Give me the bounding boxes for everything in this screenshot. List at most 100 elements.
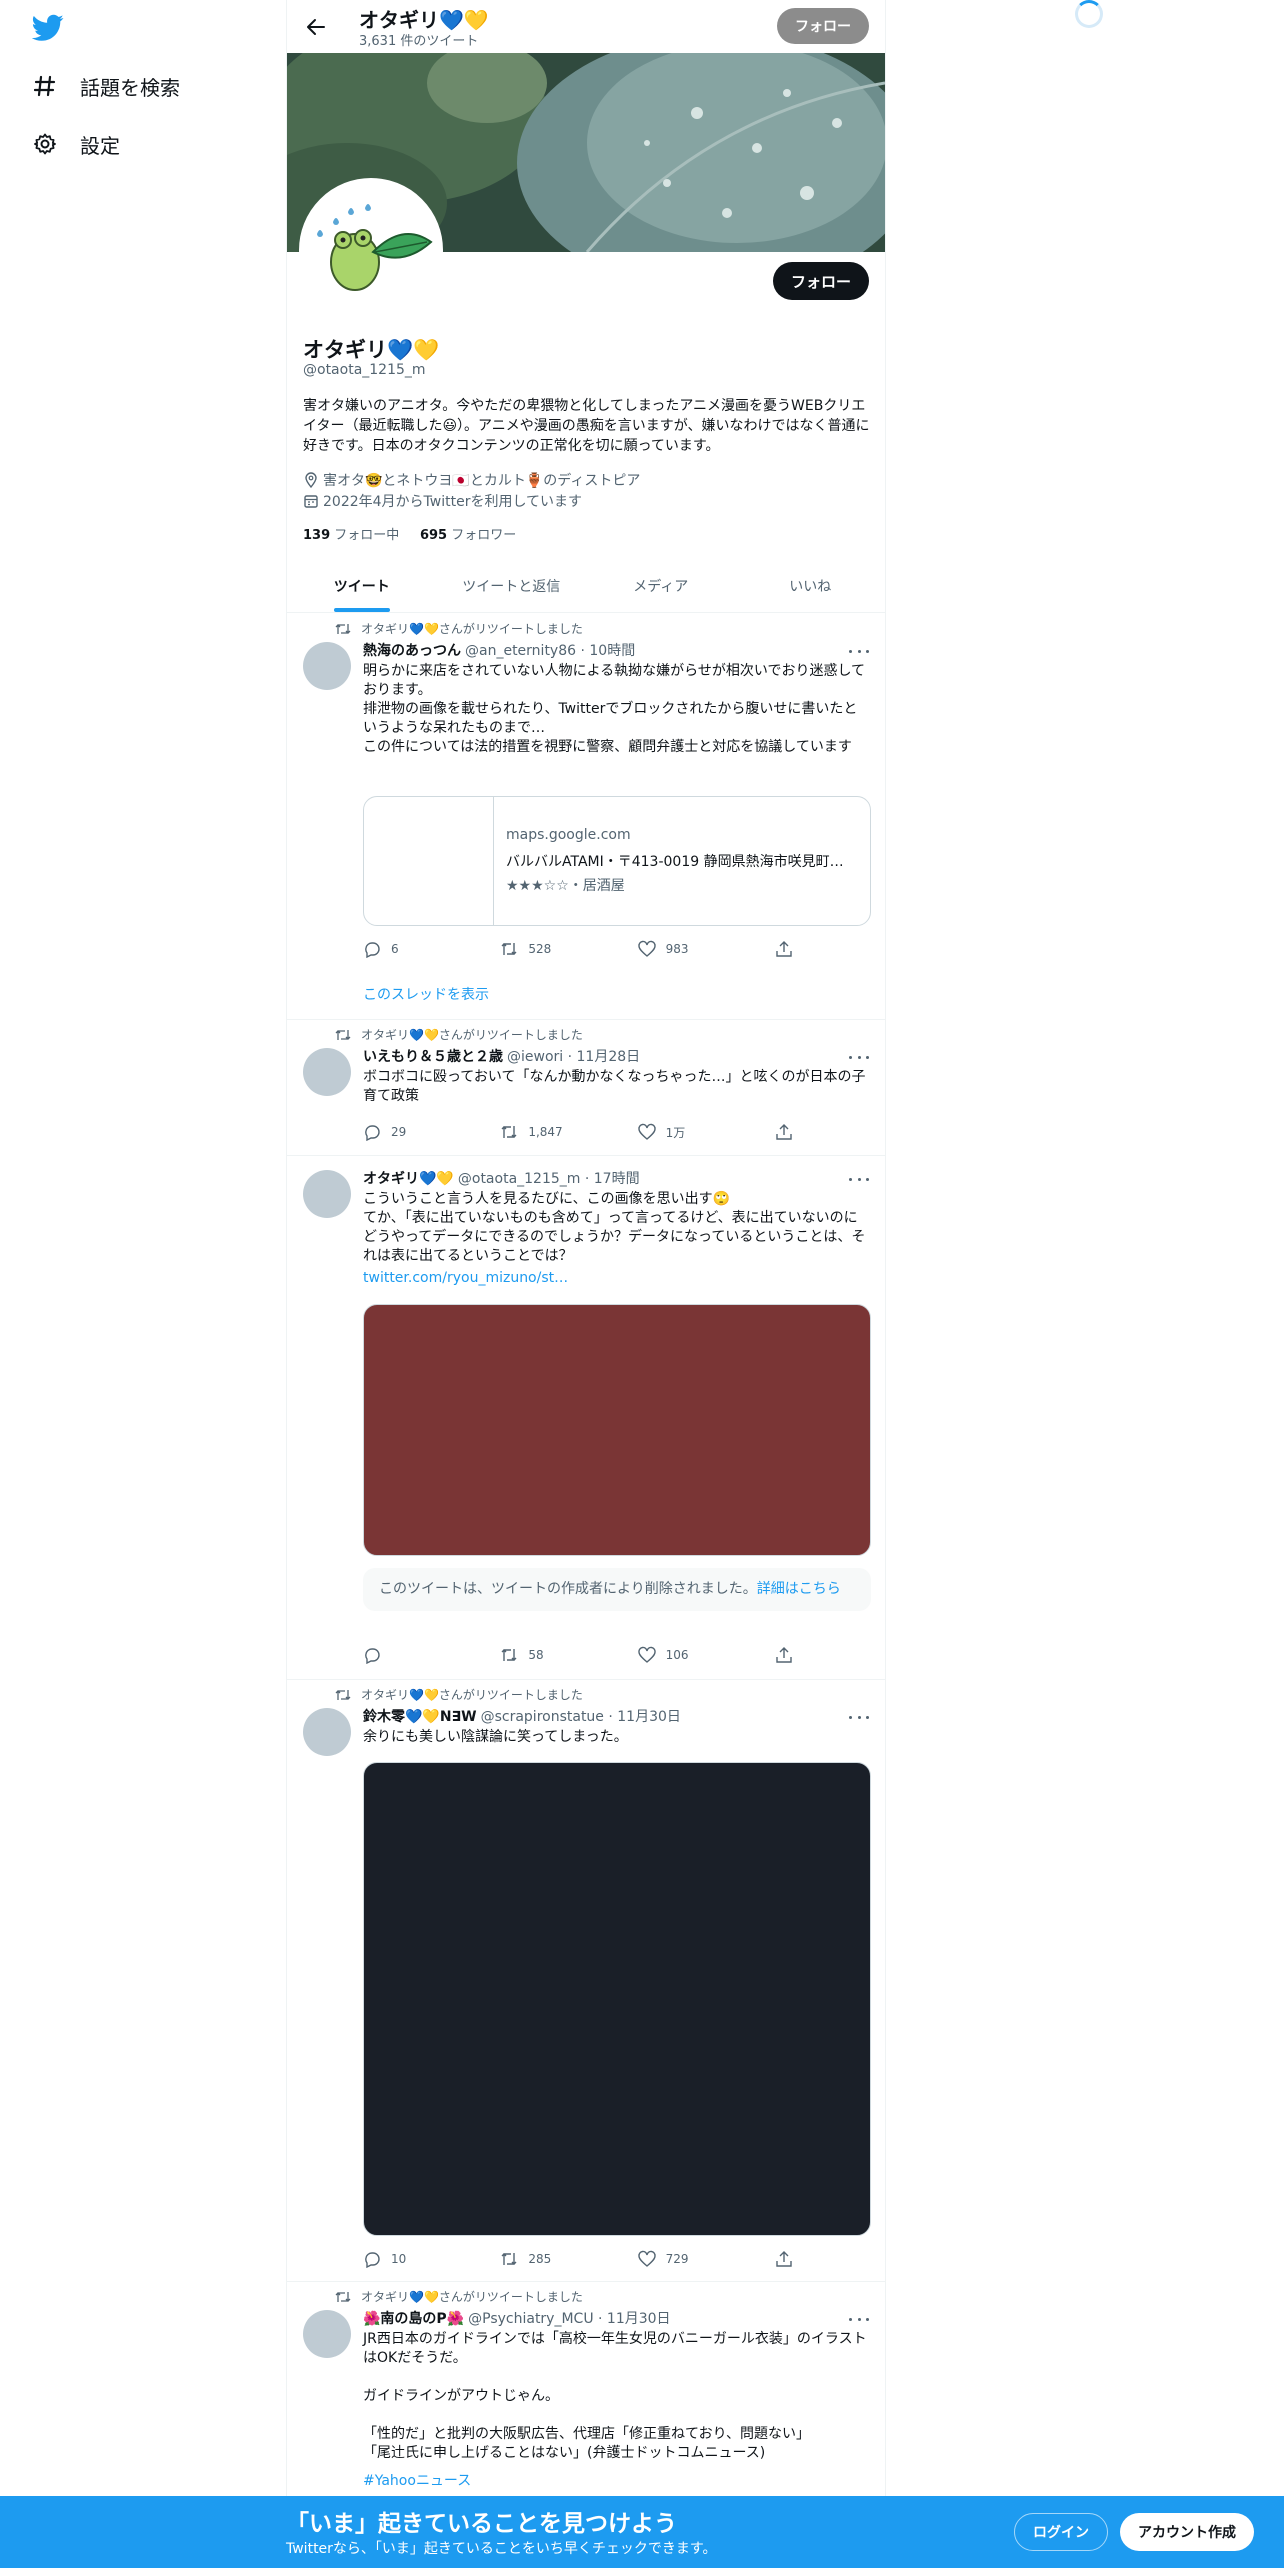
- main-column: オタギリ💙💛 3,631 件のツイート フォロー フォロー オタギリ💙💛 @ot…: [286, 0, 886, 2568]
- profile-header-bar: オタギリ💙💛 3,631 件のツイート フォロー: [287, 0, 885, 53]
- avatar[interactable]: [303, 1708, 351, 1756]
- retweet-label: オタギリ💙💛さんがリツイートしました: [361, 2290, 583, 2304]
- more-icon[interactable]: [849, 1712, 869, 1722]
- tweet[interactable]: オタギリ💙💛さんがリツイートしました 鈴木零💙💛N∃W @scrapironst…: [287, 1680, 885, 2282]
- like-icon: [637, 940, 656, 958]
- tweet[interactable]: オタギリ💙💛さんがリツイートしました いえもり＆５歳と２歳 @iewori · …: [287, 1020, 885, 1156]
- tweet-header: 鈴木零💙💛N∃W @scrapironstatue · 11月30日: [363, 1706, 681, 1726]
- tab-likes[interactable]: いいね: [736, 560, 886, 612]
- hashtag-link[interactable]: #Yahooニュース: [363, 2470, 471, 2490]
- retweet-label: オタギリ💙💛さんがリツイートしました: [361, 1688, 583, 1702]
- author-name[interactable]: いえもり＆５歳と２歳: [363, 1046, 503, 1066]
- more-icon[interactable]: [849, 646, 869, 656]
- share-button[interactable]: [775, 1646, 793, 1664]
- followers-link[interactable]: 695 フォロワー: [420, 528, 516, 543]
- reply-button[interactable]: [363, 1646, 463, 1664]
- reply-icon: [363, 940, 381, 958]
- author-name[interactable]: 🌺南の島のP🌺: [363, 2308, 464, 2328]
- author-handle-time[interactable]: @Psychiatry_MCU · 11月30日: [468, 2308, 670, 2328]
- like-button[interactable]: 983: [637, 940, 738, 958]
- like-count: 1万: [665, 1125, 686, 1140]
- retweet-button[interactable]: 58: [500, 1646, 600, 1664]
- like-icon: [637, 1123, 656, 1141]
- author-handle-time[interactable]: @scrapironstatue · 11月30日: [481, 1706, 681, 1726]
- reply-button[interactable]: 29: [363, 1123, 463, 1141]
- tab-tweets-replies[interactable]: ツイートと返信: [437, 560, 587, 612]
- reply-button[interactable]: 6: [363, 940, 463, 958]
- signup-prompt-bar: 「いま」起きていることを見つけよう Twitterなら、「いま」起きていることを…: [0, 2496, 1284, 2568]
- retweet-indicator: オタギリ💙💛さんがリツイートしました: [335, 620, 583, 637]
- more-icon[interactable]: [849, 1174, 869, 1184]
- loading-spinner: [1075, 0, 1103, 28]
- like-button[interactable]: 1万: [637, 1123, 738, 1141]
- reply-button[interactable]: 10: [363, 2250, 463, 2268]
- tweet-text: こういうこと言う人を見るたびに、この画像を思い出す🙄 てか、「表に出ていないもの…: [363, 1191, 866, 1264]
- retweet-icon: [500, 1123, 518, 1141]
- tweet-link[interactable]: twitter.com/ryou_mizuno/st…: [363, 1270, 568, 1286]
- tweet-image[interactable]: [363, 1304, 871, 1556]
- more-icon[interactable]: [849, 2314, 869, 2324]
- header-name: オタギリ💙💛: [359, 8, 489, 32]
- reply-icon: [363, 2250, 381, 2268]
- signup-prompt-title: 「いま」起きていることを見つけよう: [286, 2511, 677, 2537]
- tweet-text: JR西日本のガイドラインでは「高校一年生女児のバニーガール衣装」のイラストはOK…: [363, 2331, 867, 2461]
- show-thread-link[interactable]: このスレッドを表示: [363, 984, 489, 1004]
- link-card[interactable]: maps.google.com バルバルATAMI・〒413-0019 静岡県熱…: [363, 796, 871, 926]
- nav-explore[interactable]: 話題を検索: [32, 66, 180, 106]
- following-link[interactable]: 139 フォロー中: [303, 528, 399, 543]
- reply-count: 10: [391, 2252, 407, 2266]
- follow-stats: 139 フォロー中 695 フォロワー: [303, 524, 516, 543]
- back-arrow-icon[interactable]: [299, 10, 333, 44]
- like-count: 983: [665, 942, 689, 956]
- author-handle-time[interactable]: @iewori · 11月28日: [507, 1046, 640, 1066]
- deleted-learn-more-link[interactable]: 詳細はこちら: [757, 1581, 841, 1597]
- profile-avatar[interactable]: [299, 178, 443, 322]
- signup-button[interactable]: アカウント作成: [1120, 2513, 1254, 2551]
- author-name[interactable]: 熱海のあっつん: [363, 640, 461, 660]
- author-name[interactable]: オタギリ💙💛: [363, 1168, 454, 1188]
- profile-tabs: ツイート ツイートと返信 メディア いいね: [287, 560, 885, 613]
- share-icon: [775, 1646, 793, 1664]
- share-button[interactable]: [775, 1123, 793, 1141]
- tab-tweets[interactable]: ツイート: [287, 560, 437, 612]
- nav-settings[interactable]: 設定: [32, 124, 120, 164]
- tweet[interactable]: オタギリ💙💛さんがリツイートしました 熱海のあっつん @an_eternity8…: [287, 614, 885, 1020]
- tweet-text: 余りにも美しい陰謀論に笑ってしまった。: [363, 1729, 628, 1745]
- more-icon[interactable]: [849, 1052, 869, 1062]
- header-follow-button[interactable]: フォロー: [777, 8, 869, 44]
- author-name[interactable]: 鈴木零💙💛N∃W: [363, 1706, 477, 1726]
- share-button[interactable]: [775, 940, 793, 958]
- calendar-icon: [303, 493, 319, 509]
- profile-bio: 害オタ嫌いのアニオタ。今やただの卑猥物と化してしまったアニメ漫画を憂うWEBクリ…: [303, 398, 870, 454]
- author-handle-time[interactable]: @otaota_1215_m · 17時間: [458, 1168, 640, 1188]
- like-button[interactable]: 106: [637, 1646, 738, 1664]
- tweet-image[interactable]: [363, 1762, 871, 2236]
- avatar[interactable]: [303, 1048, 351, 1096]
- avatar[interactable]: [303, 642, 351, 690]
- avatar[interactable]: [303, 1170, 351, 1218]
- tab-media[interactable]: メディア: [586, 560, 736, 612]
- share-button[interactable]: [775, 2250, 793, 2268]
- profile-location-text: 害オタ🤓とネトウヨ🇯🇵とカルト🏺のディストピア: [323, 473, 641, 489]
- retweet-indicator: オタギリ💙💛さんがリツイートしました: [335, 2288, 583, 2305]
- following-count: 139: [303, 528, 331, 543]
- author-handle-time[interactable]: @an_eternity86 · 10時間: [465, 640, 635, 660]
- card-domain: maps.google.com: [506, 827, 631, 843]
- retweet-icon: [335, 2290, 351, 2304]
- tweet-header: オタギリ💙💛 @otaota_1215_m · 17時間: [363, 1168, 640, 1188]
- avatar[interactable]: [303, 2310, 351, 2358]
- twitter-logo-icon[interactable]: [31, 14, 64, 42]
- hashtag-icon: [32, 73, 58, 99]
- like-button[interactable]: 729: [637, 2250, 738, 2268]
- retweet-button[interactable]: 528: [500, 940, 600, 958]
- profile-follow-button[interactable]: フォロー: [772, 262, 869, 300]
- share-icon: [775, 2250, 793, 2268]
- share-icon: [775, 1123, 793, 1141]
- tweet-header: 熱海のあっつん @an_eternity86 · 10時間: [363, 640, 635, 660]
- login-button[interactable]: ログイン: [1014, 2513, 1108, 2551]
- retweet-button[interactable]: 1,847: [500, 1123, 600, 1141]
- tweet[interactable]: オタギリ💙💛 @otaota_1215_m · 17時間 こういうこと言う人を見…: [287, 1156, 885, 1680]
- retweet-button[interactable]: 285: [500, 2250, 600, 2268]
- tweet-header: 🌺南の島のP🌺 @Psychiatry_MCU · 11月30日: [363, 2308, 671, 2328]
- retweet-count: 58: [528, 1648, 544, 1662]
